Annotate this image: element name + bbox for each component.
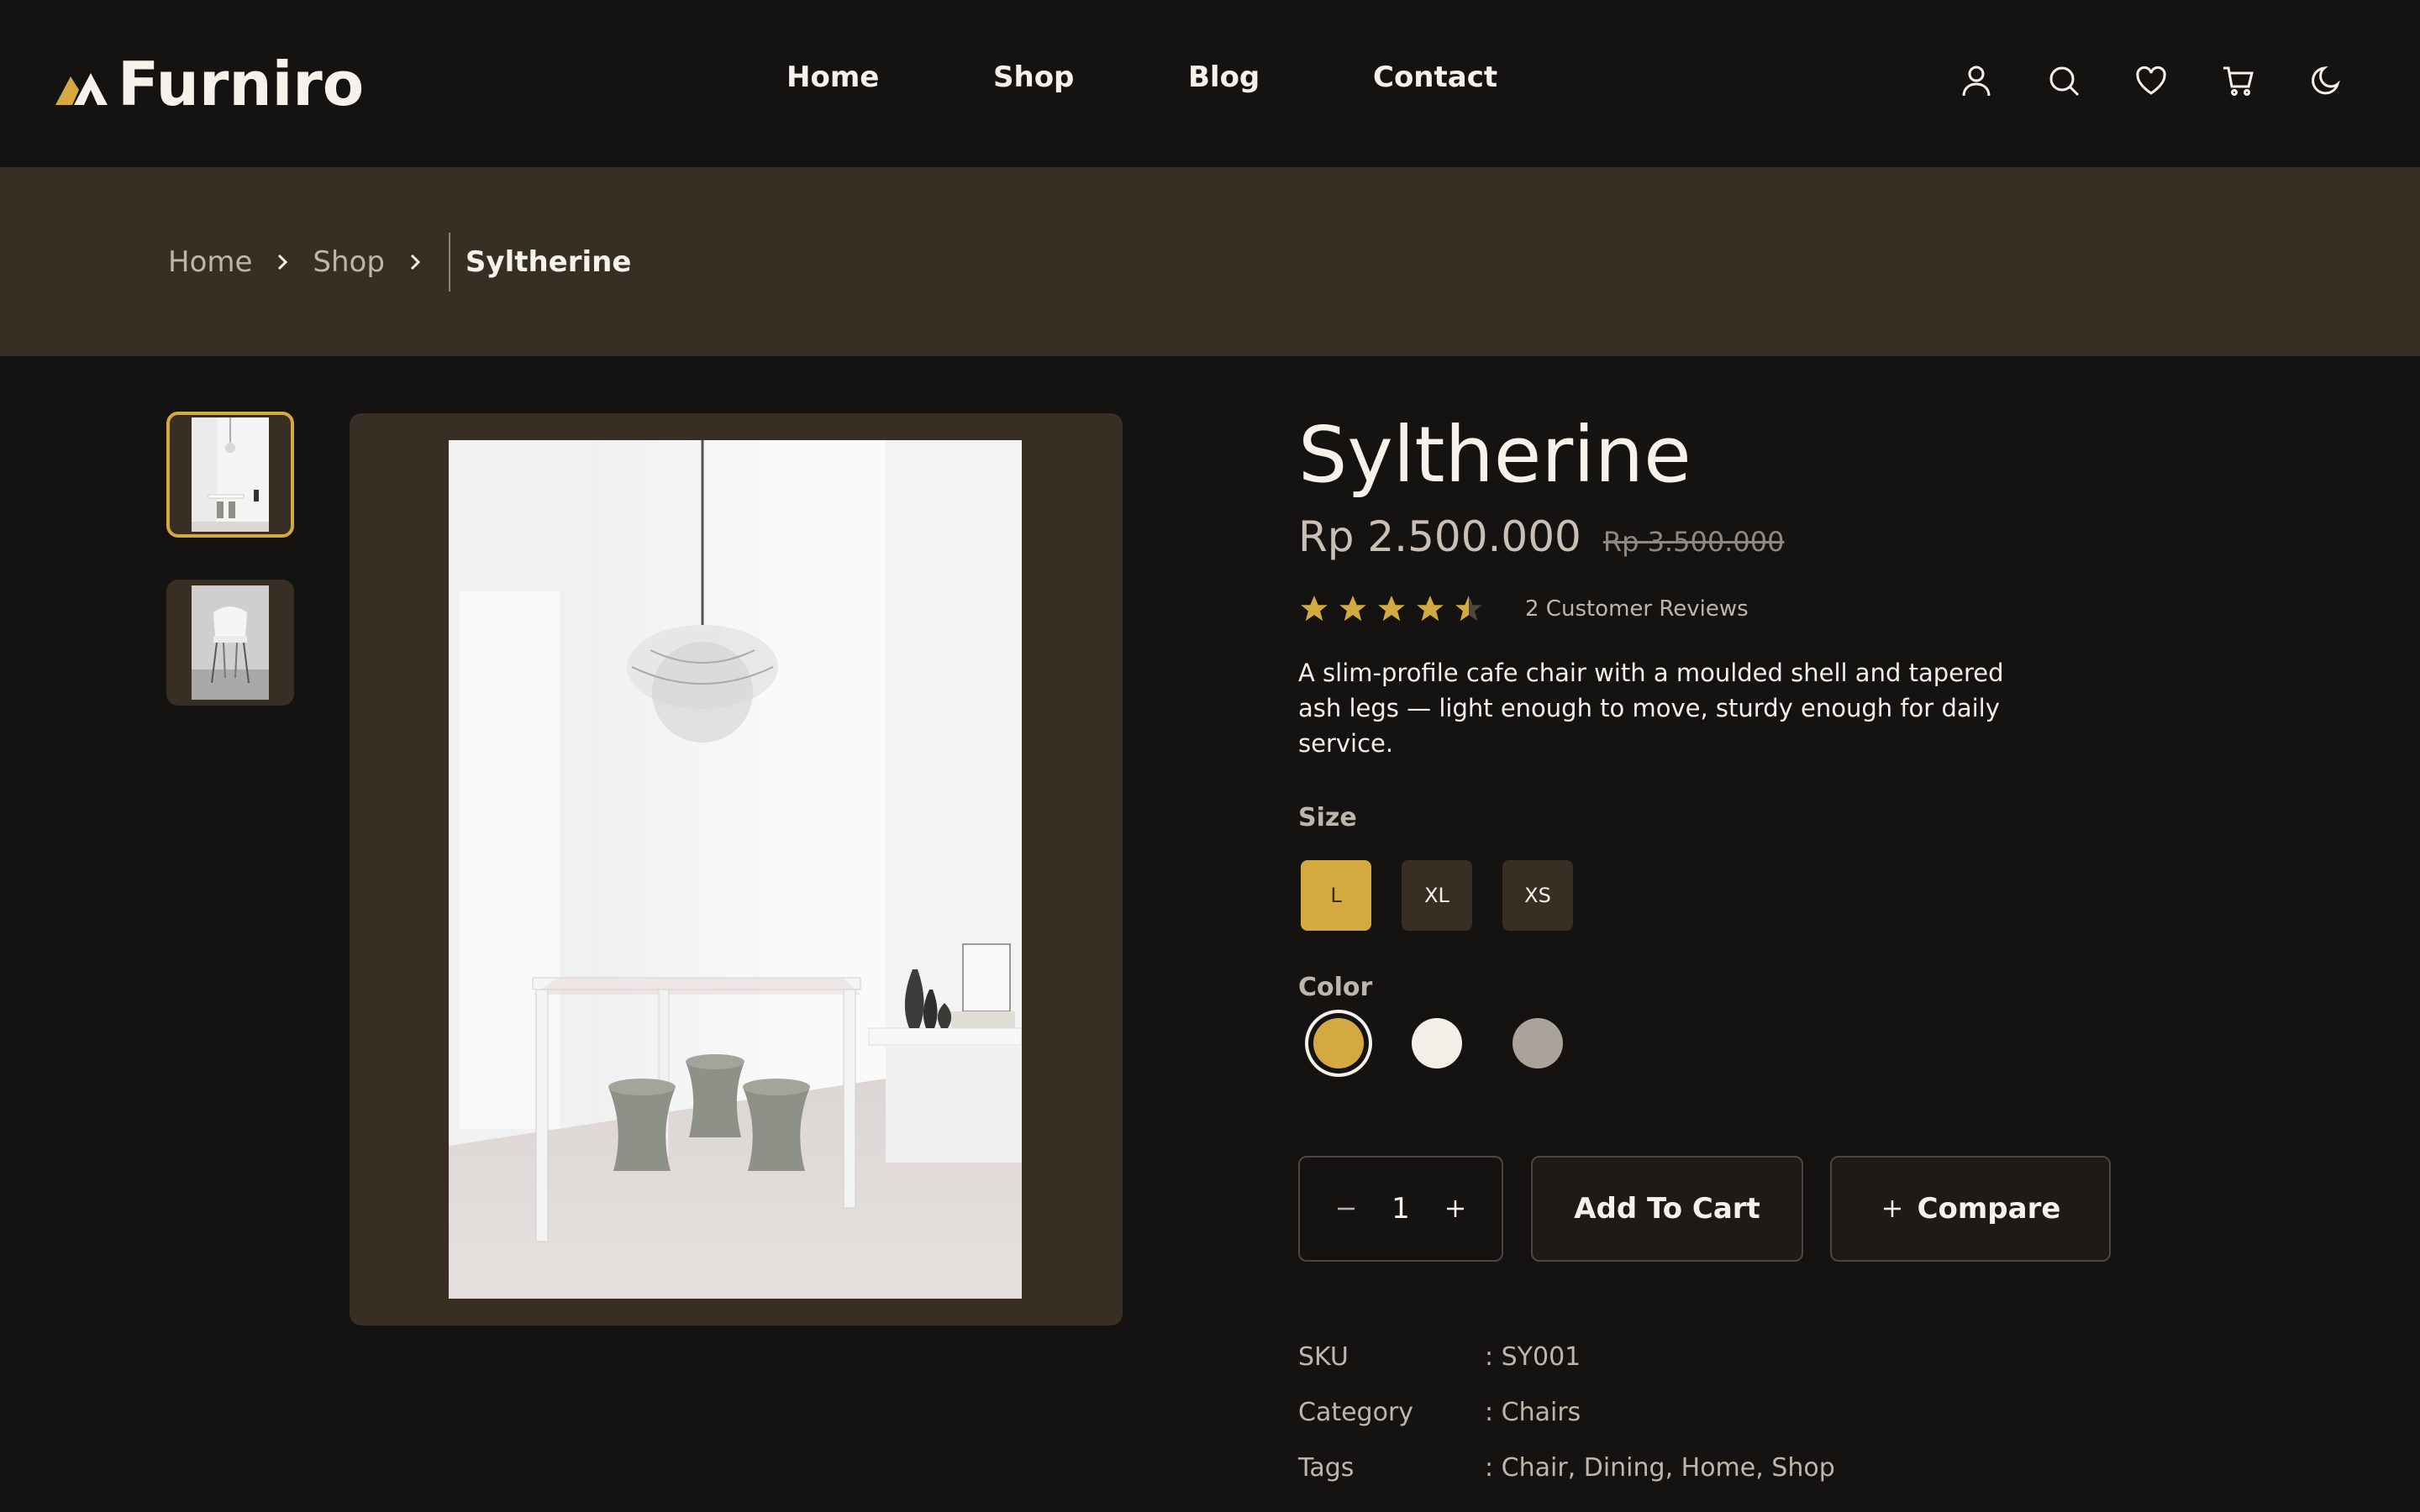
star-icon — [1301, 596, 1328, 622]
star-icon — [1417, 596, 1444, 622]
dining-room-photo — [449, 440, 1022, 1299]
meta-category-label: Category — [1298, 1398, 1414, 1427]
star-half-icon — [1455, 596, 1482, 622]
price-row: Rp 2.500.000 Rp 3.500.000 — [1298, 512, 1784, 561]
product-price: Rp 2.500.000 — [1298, 512, 1581, 561]
minus-icon[interactable] — [1334, 1196, 1359, 1221]
user-icon[interactable] — [1958, 62, 1995, 99]
size-option-l[interactable]: L — [1301, 860, 1371, 931]
color-label: Color — [1298, 973, 1373, 1002]
product-old-price: Rp 3.500.000 — [1602, 526, 1785, 558]
meta-category-value: : Chairs — [1485, 1398, 1581, 1427]
meta-tags-label: Tags — [1298, 1453, 1355, 1483]
star-icon — [1378, 596, 1405, 622]
brand-name: Furniro — [118, 49, 365, 119]
breadcrumb-shop[interactable]: Shop — [313, 245, 385, 279]
chevron-right-icon — [278, 254, 288, 270]
main-product-image[interactable] — [350, 413, 1123, 1326]
chevron-right-icon — [410, 254, 421, 270]
color-swatch-gold[interactable] — [1313, 1018, 1364, 1068]
meta-tags-value: : Chair, Dining, Home, Shop — [1485, 1453, 1835, 1483]
breadcrumb-band: Home Shop Syltherine — [0, 167, 2420, 356]
logo-mark-icon — [55, 73, 108, 105]
nav-blog[interactable]: Blog — [1188, 60, 1260, 94]
meta-sku-value: : SY001 — [1485, 1342, 1581, 1372]
breadcrumb-home[interactable]: Home — [168, 245, 252, 279]
brand-logo[interactable]: Furniro — [54, 49, 365, 119]
compare-button[interactable]: Compare — [1830, 1156, 2111, 1262]
cart-icon[interactable] — [2220, 62, 2257, 99]
nav-home[interactable]: Home — [786, 60, 879, 94]
size-label: Size — [1298, 803, 1357, 832]
nav-shop[interactable]: Shop — [993, 60, 1074, 94]
dining-room-thumbnail-image — [192, 417, 269, 532]
add-to-cart-button[interactable]: Add To Cart — [1531, 1156, 1803, 1262]
add-to-cart-label: Add To Cart — [1574, 1192, 1760, 1226]
color-swatch-white[interactable] — [1412, 1018, 1462, 1068]
breadcrumb: Home Shop Syltherine — [168, 233, 631, 291]
meta-sku-label: SKU — [1298, 1342, 1349, 1372]
plus-icon[interactable] — [1443, 1196, 1468, 1221]
gallery-thumbnail[interactable] — [166, 580, 294, 706]
nav-contact[interactable]: Contact — [1373, 60, 1497, 94]
heart-icon[interactable] — [2133, 62, 2170, 99]
rating-row: 2 Customer Reviews — [1298, 588, 1749, 630]
breadcrumb-divider — [448, 233, 450, 291]
reviews-link[interactable]: 2 Customer Reviews — [1525, 596, 1749, 622]
site-header: Furniro Home Shop Blog Contact — [0, 0, 2420, 167]
compare-label: Compare — [1917, 1192, 2061, 1226]
gallery-thumbnail[interactable] — [166, 412, 294, 538]
product-description: A slim-profile cafe chair with a moulded… — [1298, 659, 2004, 758]
plus-icon — [1883, 1200, 1901, 1217]
quantity-value[interactable]: 1 — [1392, 1192, 1410, 1226]
moon-icon[interactable] — [2307, 62, 2344, 99]
size-option-xs[interactable]: XS — [1502, 860, 1573, 931]
color-swatch-gray[interactable] — [1512, 1018, 1563, 1068]
product-title: Syltherine — [1298, 410, 1691, 500]
size-option-xl[interactable]: XL — [1402, 860, 1472, 931]
quantity-stepper: 1 — [1298, 1156, 1503, 1262]
star-icon — [1339, 596, 1366, 622]
search-icon[interactable] — [2045, 62, 2082, 99]
breadcrumb-current: Syltherine — [465, 245, 632, 279]
white-chair-thumbnail-image — [192, 585, 269, 700]
